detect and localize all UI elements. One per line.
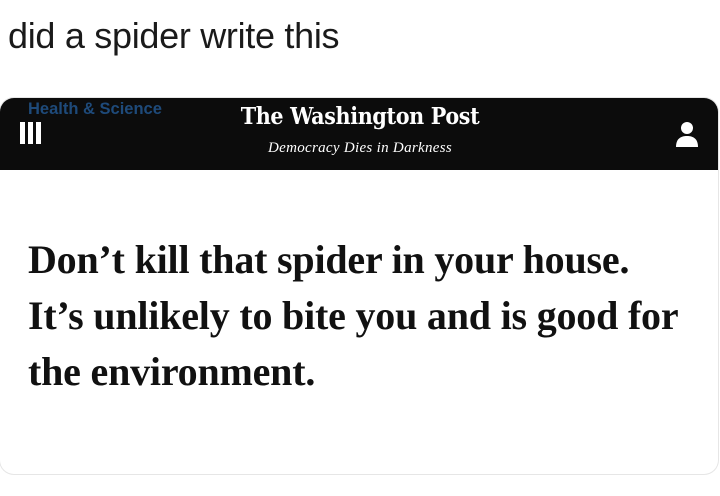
section-label[interactable]: Health & Science bbox=[28, 98, 162, 120]
meme-caption: did a spider write this bbox=[8, 15, 340, 56]
menu-bar bbox=[20, 122, 25, 144]
user-account-icon[interactable] bbox=[673, 120, 701, 148]
hamburger-menu-icon[interactable] bbox=[20, 122, 42, 144]
site-masthead[interactable]: The Washington Post bbox=[239, 102, 480, 132]
site-tagline: Democracy Dies in Darkness bbox=[267, 140, 452, 156]
meme-page: did a spider write this The Washington P… bbox=[0, 0, 720, 496]
article-headline[interactable]: Don’t kill that spider in your house. It… bbox=[28, 232, 688, 400]
menu-bar bbox=[28, 122, 33, 144]
menu-bar bbox=[36, 122, 41, 144]
